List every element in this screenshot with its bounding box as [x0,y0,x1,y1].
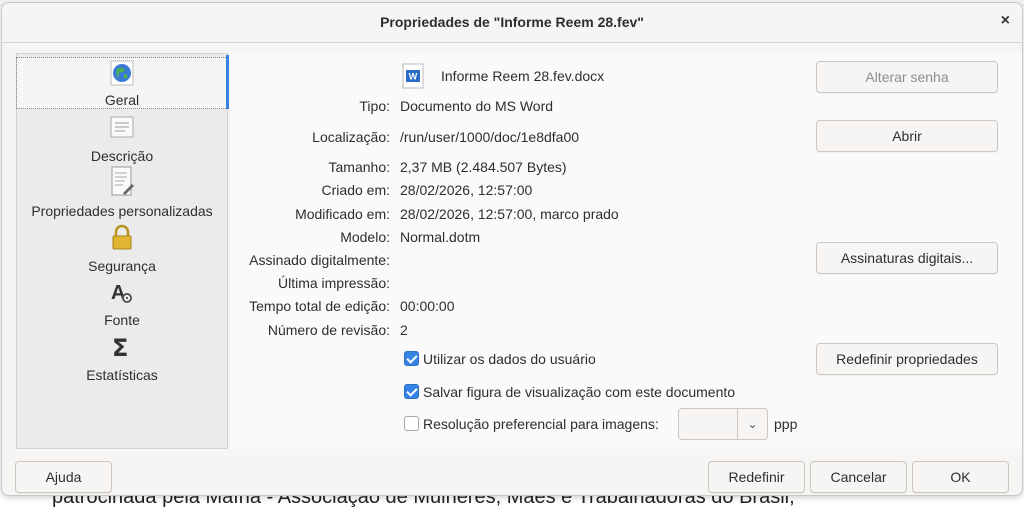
sidebar-item-seguranca[interactable]: Segurança [17,224,227,276]
close-icon[interactable]: × [1001,12,1010,30]
globe-icon [110,60,134,86]
svg-text:Σ: Σ [112,334,128,360]
sidebar-item-label: Propriedades personalizadas [31,203,213,219]
digitally-signed-label: Assinado digitalmente: [249,252,390,268]
template-label: Modelo: [340,229,390,245]
created-label: Criado em: [321,182,390,198]
reset-properties-button[interactable]: Redefinir propriedades [816,343,998,375]
last-printed-label: Última impressão: [277,275,390,291]
resolution-combobox[interactable]: ⌄ [678,408,768,440]
sidebar: Geral Descrição Propriedades personaliza… [16,53,228,449]
location-value: /run/user/1000/doc/1e8dfa00 [400,129,580,145]
size-label: Tamanho: [328,159,390,175]
type-label: Tipo: [359,98,390,114]
preferred-resolution-label[interactable]: Resolução preferencial para imagens: [423,416,659,432]
sidebar-item-propriedades-personalizadas[interactable]: Propriedades personalizadas [17,166,227,224]
document-lines-icon [110,116,134,138]
reset-button[interactable]: Redefinir [708,461,805,493]
created-value: 28/02/2026, 12:57:00 [400,182,533,198]
dialog-title: Propriedades de "Informe Reem 28.fev" [380,14,644,30]
change-password-button[interactable]: Alterar senha [816,61,998,93]
lock-icon [112,224,132,250]
template-value: Normal.dotm [400,229,481,245]
use-user-data-checkbox[interactable] [404,351,419,366]
sidebar-item-label: Descrição [90,148,154,164]
properties-dialog: Propriedades de "Informe Reem 28.fev" × … [1,2,1023,496]
save-preview-label[interactable]: Salvar figura de visualização com este d… [423,384,735,400]
modified-label: Modificado em: [295,206,390,222]
sidebar-item-label: Fonte [104,312,140,328]
chevron-down-icon[interactable]: ⌄ [737,409,767,439]
sidebar-item-descricao[interactable]: Descrição [17,114,227,164]
type-value: Documento do MS Word [400,98,554,114]
total-editing-time-label: Tempo total de edição: [249,298,390,314]
resolution-unit: ppp [774,416,798,432]
size-value: 2,37 MB (2.484.507 Bytes) [400,159,567,175]
digital-signatures-button[interactable]: Assinaturas digitais... [816,242,998,274]
open-button[interactable]: Abrir [816,120,998,152]
filename: Informe Reem 28.fev.docx [441,68,605,84]
general-tab-panel: W Informe Reem 28.fev.docx Tipo: Documen… [230,53,1022,449]
cancel-button[interactable]: Cancelar [810,461,907,493]
save-preview-checkbox[interactable] [404,384,419,399]
location-label: Localização: [312,129,390,145]
svg-text:W: W [409,72,418,82]
help-button[interactable]: Ajuda [15,461,112,493]
sidebar-item-fonte[interactable]: A Fonte [17,278,227,330]
sidebar-item-estatisticas[interactable]: Σ Estatísticas [17,334,227,386]
ok-button[interactable]: OK [912,461,1009,493]
active-tab-indicator [226,55,229,109]
sigma-icon: Σ [112,334,128,360]
sidebar-item-label: Segurança [88,258,156,274]
sidebar-item-geral[interactable]: Geral [16,57,228,109]
document-edit-icon [111,166,134,196]
dialog-titlebar: Propriedades de "Informe Reem 28.fev" × [2,3,1022,43]
use-user-data-label[interactable]: Utilizar os dados do usuário [423,351,596,367]
font-gear-icon: A [111,282,132,304]
sidebar-item-label: Estatísticas [86,367,158,383]
word-document-icon: W [402,63,424,89]
revision-number-value: 2 [400,322,408,338]
preferred-resolution-checkbox[interactable] [404,416,419,431]
revision-number-label: Número de revisão: [267,322,390,338]
total-editing-time-value: 00:00:00 [400,298,455,314]
sidebar-item-label: Geral [104,92,140,108]
modified-value: 28/02/2026, 12:57:00, marco prado [400,206,619,222]
